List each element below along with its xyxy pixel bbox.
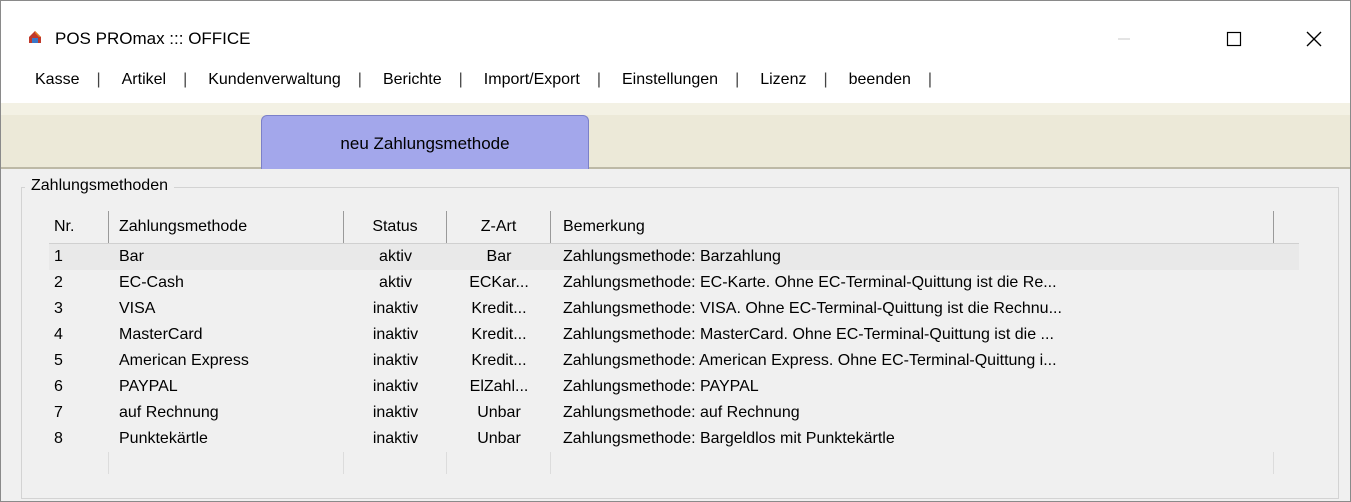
menu-item-lizenz[interactable]: Lizenz (757, 71, 809, 89)
cell-z-art: Unbar (477, 430, 521, 447)
menu-item-berichte[interactable]: Berichte (380, 71, 445, 89)
cell-status: inaktiv (372, 352, 419, 369)
table-row[interactable]: 1 Bar aktiv Bar Zahlungsmethode: Barzahlung (49, 244, 1299, 270)
cell-bemerkung: Zahlungsmethode: Bargeldlos mit Punktekä… (563, 430, 895, 447)
cell-nr: 5 (54, 352, 63, 369)
payment-methods-table: Nr. Zahlungsmethode Status Z-Art Bemerku… (49, 211, 1299, 474)
cell-status: inaktiv (372, 326, 419, 343)
group-legend: Zahlungsmethoden (25, 177, 174, 195)
cell-z-art: ECKar... (469, 274, 529, 291)
table-row[interactable]: 8 Punktekärtle inaktiv Unbar Zahlungsmethode… (49, 426, 1299, 452)
table-header: Nr. Zahlungsmethode Status Z-Art Bemerku… (49, 211, 1299, 244)
empty-cell (344, 452, 447, 474)
cell-nr: 8 (54, 430, 63, 447)
menu-separator: | (735, 71, 740, 88)
cell-nr: 3 (54, 300, 63, 317)
cell-nr: 2 (54, 274, 63, 291)
cell-bemerkung: Zahlungsmethode: EC-Karte. Ohne EC-Termi… (563, 274, 1057, 291)
cell-z-art: Kredit... (471, 326, 527, 343)
column-header-zahlungsmethode[interactable]: Zahlungsmethode (109, 211, 344, 243)
cell-z-art: Unbar (477, 404, 521, 421)
table-row[interactable]: 6 PAYPAL inaktiv ElZahl... Zahlungsmethode: … (49, 374, 1299, 400)
menu-separator: | (183, 71, 188, 88)
close-icon (1306, 31, 1322, 47)
empty-cell (109, 452, 344, 474)
pos-app-icon (29, 31, 41, 43)
table-row[interactable]: 3 VISA inaktiv Kredit... Zahlungsmethode: VI… (49, 296, 1299, 322)
menu-separator: | (596, 71, 601, 88)
cell-bemerkung: Zahlungsmethode: PAYPAL (563, 378, 759, 395)
empty-cell (551, 452, 1274, 474)
close-button[interactable] (1291, 21, 1337, 57)
menu-item-import-export[interactable]: Import/Export (481, 71, 583, 89)
header-filler (1274, 211, 1299, 243)
cell-zahlungsmethode: auf Rechnung (119, 404, 219, 421)
cell-nr: 1 (54, 248, 63, 265)
cell-status: aktiv (379, 274, 412, 291)
window-title: POS PROmax ::: OFFICE (55, 29, 251, 48)
title-bar: POS PROmax ::: OFFICE (1, 1, 1350, 61)
cell-zahlungsmethode: VISA (119, 300, 156, 317)
menu-separator: | (458, 71, 463, 88)
app-window: POS PROmax ::: OFFICE Kasse | Artikel | … (0, 0, 1351, 502)
column-header-z-art[interactable]: Z-Art (447, 211, 551, 243)
table-row[interactable]: 4 MasterCard inaktiv Kredit... Zahlungsmetho… (49, 322, 1299, 348)
cell-z-art: ElZahl... (469, 378, 529, 395)
cell-nr: 6 (54, 378, 63, 395)
cell-zahlungsmethode: American Express (119, 352, 249, 369)
empty-cell (447, 452, 551, 474)
maximize-icon (1226, 31, 1242, 47)
cell-status: inaktiv (372, 300, 419, 317)
cell-zahlungsmethode: Bar (119, 248, 144, 265)
cell-z-art: Kredit... (471, 300, 527, 317)
cell-status: inaktiv (372, 404, 419, 421)
cell-zahlungsmethode: Punktekärtle (119, 430, 208, 447)
cell-bemerkung: Zahlungsmethode: Barzahlung (563, 248, 781, 265)
tab-strip-highlight (1, 103, 1350, 115)
minimize-icon (1118, 38, 1130, 40)
table-row[interactable]: 5 American Express inaktiv Kredit... Zahlung… (49, 348, 1299, 374)
menu-item-kasse[interactable]: Kasse (32, 71, 82, 89)
cell-nr: 4 (54, 326, 63, 343)
cell-zahlungsmethode: MasterCard (119, 326, 203, 343)
cell-z-art: Bar (486, 248, 512, 265)
table-row[interactable]: 7 auf Rechnung inaktiv Unbar Zahlungsmethode… (49, 400, 1299, 426)
cell-bemerkung: Zahlungsmethode: auf Rechnung (563, 404, 800, 421)
menu-item-kundenverwaltung[interactable]: Kundenverwaltung (205, 71, 344, 89)
cell-z-art: Kredit... (471, 352, 527, 369)
table-row[interactable]: 2 EC-Cash aktiv ECKar... Zahlungsmethode: EC… (49, 270, 1299, 296)
menu-bar: Kasse | Artikel | Kundenverwaltung | Ber… (1, 61, 1350, 103)
empty-cell (49, 452, 109, 474)
table-body: 1 Bar aktiv Bar Zahlungsmethode: Barzahlung 2… (49, 244, 1299, 474)
cell-status: inaktiv (372, 378, 419, 395)
column-header-bemerkung[interactable]: Bemerkung (551, 211, 1274, 243)
menu-separator: | (96, 71, 101, 88)
column-header-status[interactable]: Status (344, 211, 447, 243)
cell-status: aktiv (379, 248, 412, 265)
cell-bemerkung: Zahlungsmethode: MasterCard. Ohne EC-Ter… (563, 326, 1054, 343)
maximize-button[interactable] (1211, 21, 1257, 57)
menu-item-artikel[interactable]: Artikel (119, 71, 169, 89)
tab-neu-zahlungsmethode[interactable]: neu Zahlungsmethode (261, 115, 589, 172)
cell-status: inaktiv (372, 430, 419, 447)
tab-strip: neu Zahlungsmethode (1, 103, 1350, 172)
column-header-nr[interactable]: Nr. (49, 211, 109, 243)
cell-zahlungsmethode: EC-Cash (119, 274, 184, 291)
menu-item-beenden[interactable]: beenden (846, 71, 914, 89)
menu-separator: | (357, 71, 362, 88)
minimize-button[interactable] (1101, 21, 1147, 57)
empty-table-row (49, 452, 1299, 474)
cell-bemerkung: Zahlungsmethode: VISA. Ohne EC-Terminal-… (563, 300, 1062, 317)
cell-bemerkung: Zahlungsmethode: American Express. Ohne … (563, 352, 1057, 369)
cell-zahlungsmethode: PAYPAL (119, 378, 178, 395)
main-menu: Kasse | Artikel | Kundenverwaltung | Ber… (32, 71, 950, 89)
menu-item-einstellungen[interactable]: Einstellungen (619, 71, 721, 89)
cell-nr: 7 (54, 404, 63, 421)
menu-separator: | (927, 71, 933, 88)
menu-separator: | (823, 71, 828, 88)
